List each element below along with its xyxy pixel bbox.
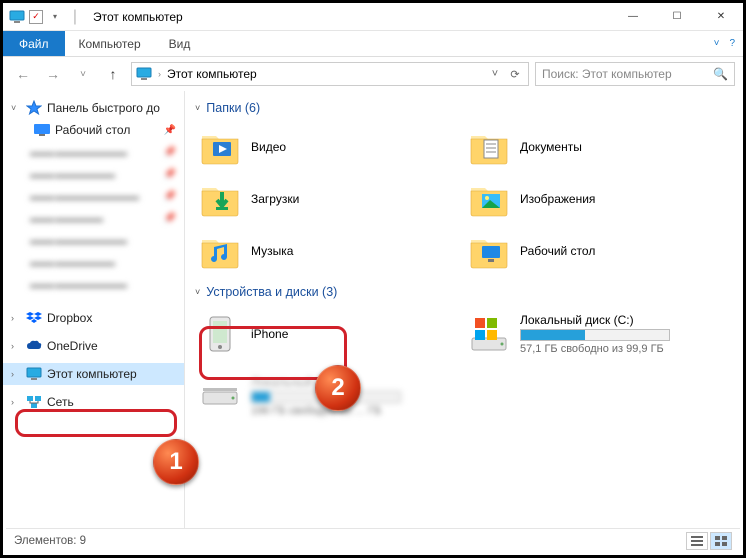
view-icons-button[interactable]: [710, 532, 732, 550]
tree-blurred-item[interactable]: ▬▬▬▬▬▬▬▬📌: [3, 141, 184, 163]
folder-icon: [199, 178, 241, 220]
device-item[interactable]: iPhone: [195, 305, 464, 363]
nav-up-button[interactable]: ↑: [101, 62, 125, 86]
status-text: Элементов: 9: [14, 535, 86, 547]
folder-label: Видео: [251, 140, 286, 154]
chevron-down-icon[interactable]: ˅: [11, 103, 21, 113]
ribbon: Файл Компьютер Вид ˅ ?: [3, 31, 743, 57]
tree-network[interactable]: › Сеть: [3, 391, 184, 413]
folder-item[interactable]: Музыка: [195, 225, 464, 277]
ribbon-file-tab[interactable]: Файл: [3, 31, 65, 56]
tree-blurred-item[interactable]: ▬▬▬▬▬▬📌: [3, 207, 184, 229]
tree-desktop[interactable]: Рабочий стол 📌: [3, 119, 184, 141]
onedrive-icon: [25, 338, 43, 354]
tree-blurred-item[interactable]: ▬▬▬▬▬▬▬▬: [3, 273, 184, 295]
device-item[interactable]: Локальный диск (C:) 57,1 ГБ свободно из …: [464, 305, 733, 363]
status-bar: Элементов: 9: [6, 528, 740, 552]
annotation-badge-1: 1: [153, 439, 199, 485]
address-refresh-icon[interactable]: ⟳: [506, 68, 524, 81]
search-placeholder: Поиск: Этот компьютер: [542, 67, 672, 81]
content-pane[interactable]: ˅ Папки (6) Видео Документы Загрузки Изо…: [185, 91, 743, 531]
breadcrumb-location[interactable]: Этот компьютер: [167, 67, 257, 81]
app-icon: [9, 9, 25, 25]
pin-icon: 📌: [164, 125, 176, 136]
desktop-icon: [33, 122, 51, 138]
tree-blurred-item[interactable]: ▬▬▬▬▬▬▬▬: [3, 229, 184, 251]
group-folders-header[interactable]: ˅ Папки (6): [195, 97, 733, 121]
ribbon-tab-view[interactable]: Вид: [155, 31, 205, 56]
chevron-right-icon[interactable]: ›: [11, 397, 21, 407]
chevron-right-icon[interactable]: ›: [11, 313, 21, 323]
view-details-button[interactable]: [686, 532, 708, 550]
tree-blurred-item[interactable]: ▬▬▬▬▬▬▬📌: [3, 163, 184, 185]
window-title: Этот компьютер: [93, 10, 183, 24]
qat-sep-icon: |: [67, 9, 83, 25]
star-icon: [25, 100, 43, 116]
address-box[interactable]: › Этот компьютер ˅ ⟳: [131, 62, 529, 86]
group-devices-header[interactable]: ˅ Устройства и диски (3): [195, 281, 733, 305]
folder-icon: [199, 126, 241, 168]
folder-icon: [468, 126, 510, 168]
monitor-icon: [25, 366, 43, 382]
folder-icon: [468, 178, 510, 220]
nav-back-button[interactable]: ←: [11, 62, 35, 86]
tree-quick-access[interactable]: ˅ Панель быстрого до: [3, 97, 184, 119]
folder-item[interactable]: Загрузки: [195, 173, 464, 225]
qat-dropdown-icon[interactable]: ▾: [47, 9, 63, 25]
close-button[interactable]: ✕: [699, 3, 743, 31]
chevron-down-icon[interactable]: ˅: [195, 103, 200, 113]
address-dropdown-icon[interactable]: ˅: [486, 68, 504, 81]
storage-subtext: 57,1 ГБ свободно из 99,9 ГБ: [520, 343, 729, 355]
chevron-right-icon[interactable]: ›: [11, 369, 21, 379]
device-label: Локальный диск (C:): [520, 313, 729, 327]
folder-icon: [199, 230, 241, 272]
tree-blurred-item[interactable]: ▬▬▬▬▬▬▬: [3, 251, 184, 273]
nav-forward-button[interactable]: →: [41, 62, 65, 86]
folder-label: Музыка: [251, 244, 293, 258]
search-input[interactable]: Поиск: Этот компьютер 🔍: [535, 62, 735, 86]
maximize-button[interactable]: ☐: [655, 3, 699, 31]
chevron-down-icon[interactable]: ˅: [195, 287, 200, 297]
minimize-button[interactable]: —: [611, 3, 655, 31]
address-bar-row: ← → ˅ ↑ › Этот компьютер ˅ ⟳ Поиск: Этот…: [3, 57, 743, 91]
tree-this-pc[interactable]: › Этот компьютер: [3, 363, 184, 385]
device-label: iPhone: [251, 327, 460, 341]
folder-item[interactable]: Видео: [195, 121, 464, 173]
folder-label: Изображения: [520, 192, 595, 206]
network-icon: [25, 394, 43, 410]
monitor-icon: [136, 66, 152, 82]
storage-subtext: 196 ГБ свободно из … ГБ: [251, 405, 460, 417]
device-icon: [199, 375, 241, 417]
tree-dropbox[interactable]: › Dropbox: [3, 307, 184, 329]
folder-label: Загрузки: [251, 192, 299, 206]
breadcrumb-sep-icon: ›: [158, 69, 161, 79]
folder-item[interactable]: Документы: [464, 121, 733, 173]
folder-label: Рабочий стол: [520, 244, 595, 258]
ribbon-tab-computer[interactable]: Компьютер: [65, 31, 155, 56]
ribbon-help-icon[interactable]: ?: [729, 38, 735, 49]
folder-item[interactable]: Рабочий стол: [464, 225, 733, 277]
dropbox-icon: [25, 310, 43, 326]
device-icon: [199, 313, 241, 355]
nav-recent-button[interactable]: ˅: [71, 62, 95, 86]
ribbon-expand-icon[interactable]: ˅: [714, 38, 720, 49]
tree-blurred-item[interactable]: ▬▬▬▬▬▬▬▬▬📌: [3, 185, 184, 207]
device-icon: [468, 313, 510, 355]
chevron-right-icon[interactable]: ›: [11, 341, 21, 351]
folder-icon: [468, 230, 510, 272]
storage-bar: [520, 329, 670, 341]
titlebar: ✓ ▾ | Этот компьютер — ☐ ✕: [3, 3, 743, 31]
search-icon: 🔍: [713, 67, 728, 81]
folder-label: Документы: [520, 140, 582, 154]
qat-save-icon[interactable]: ✓: [29, 10, 43, 24]
annotation-badge-2: 2: [315, 365, 361, 411]
folder-item[interactable]: Изображения: [464, 173, 733, 225]
tree-onedrive[interactable]: › OneDrive: [3, 335, 184, 357]
